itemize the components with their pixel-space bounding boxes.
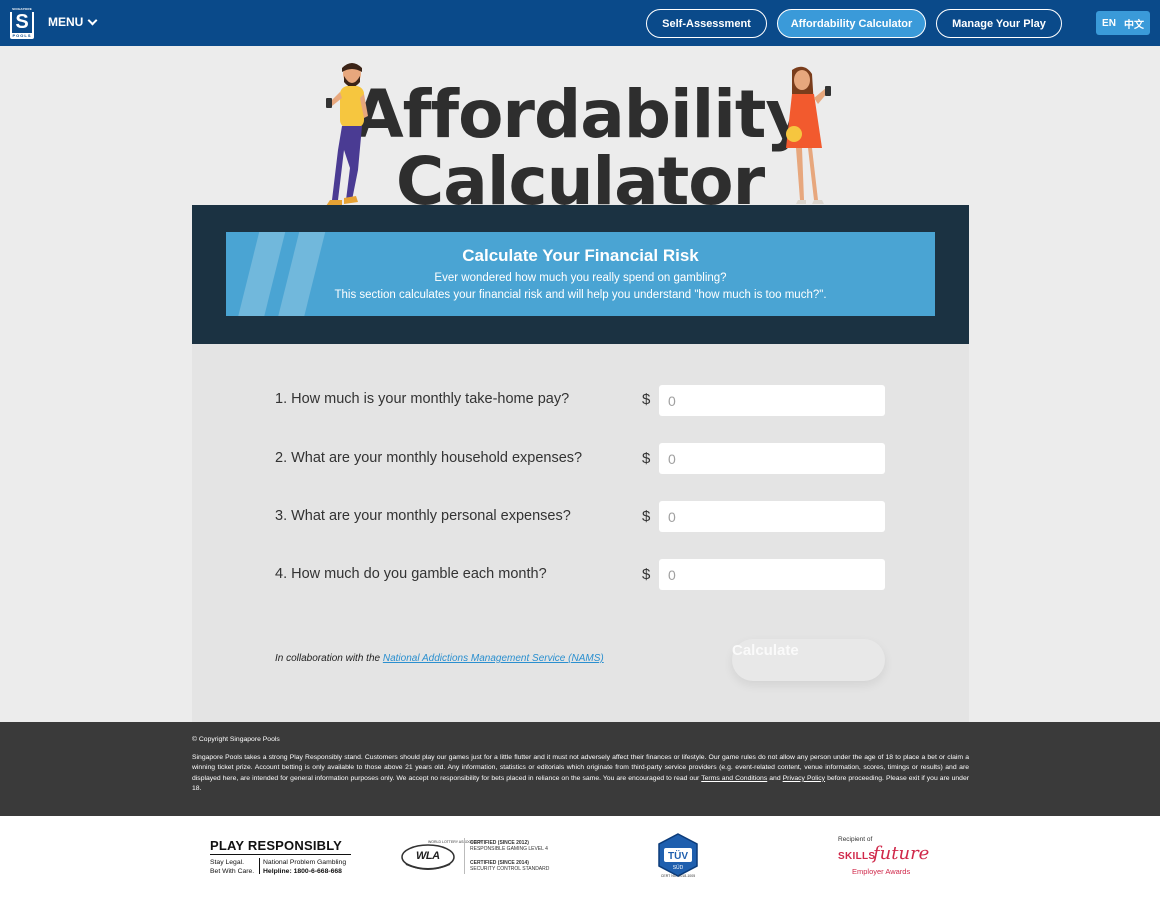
wla-cert1-desc: RESPONSIBLE GAMING LEVEL 4 [470,846,548,852]
skillsfuture-recipient: Recipient of [838,836,873,843]
play-responsibly-slogan: Stay Legal. Bet With Care. [210,858,254,876]
privacy-link[interactable]: Privacy Policy [783,775,825,782]
logo-bottom-text: POOLS [12,33,32,38]
skillsfuture-employer-awards: Employer Awards [852,867,911,876]
collaboration-note: In collaboration with the National Addic… [275,653,604,664]
take-home-pay-input[interactable] [659,385,885,416]
bet-with-care-text: Bet With Care. [210,868,255,875]
lang-zh[interactable]: 中文 [1124,16,1144,31]
currency-symbol: $ [642,566,651,583]
currency-symbol: $ [642,391,651,408]
banner-line-1: Ever wondered how much you really spend … [434,272,727,284]
nav-self-assessment[interactable]: Self-Assessment [646,9,767,38]
skillsfuture-future: future [873,843,930,864]
play-responsibly-rule [210,854,351,855]
skillsfuture-skills: SKILLS [838,851,876,862]
banner-line-2: This section calculates your financial r… [334,289,827,301]
calculate-label: Calculate [732,642,799,659]
woman-illustration [786,66,831,204]
banner-title: Calculate Your Financial Risk [462,246,699,265]
footer-logos-area [0,816,1160,897]
currency-symbol: $ [642,450,651,467]
question-label-household-expenses: 2. What are your monthly household expen… [275,450,583,466]
helpline-block: National Problem Gambling Helpline: 1800… [263,858,346,876]
npg-text: National Problem Gambling [263,859,347,866]
helpline-text: Helpline: 1800-6-668-668 [263,868,342,875]
lang-en[interactable]: EN [1102,18,1116,29]
singapore-pools-logo[interactable]: SINGAPORE S POOLS [10,7,34,39]
wla-cert-2: CERTIFIED (SINCE 2014) SECURITY CONTROL … [470,860,549,872]
disclaimer-and: and [769,774,781,782]
disclaimer-text: Singapore Pools takes a strong Play Resp… [192,753,969,795]
calculate-button[interactable]: Calculate [732,639,885,681]
monthly-gamble-input[interactable] [659,559,885,590]
tuv-cert-text: CERT NO. 2018-1005 [660,874,696,878]
nav-affordability-calculator[interactable]: Affordability Calculator [777,9,926,38]
nav-manage-your-play[interactable]: Manage Your Play [936,9,1062,38]
wla-name: WLA [416,850,440,862]
nams-link[interactable]: National Addictions Management Service (… [383,653,604,664]
chevron-down-icon [87,15,98,25]
menu-button[interactable]: MENU [48,15,98,29]
wla-cert-1: CERTIFIED (SINCE 2012) RESPONSIBLE GAMIN… [470,840,548,852]
language-switcher[interactable]: EN 中文 [1096,11,1150,35]
copyright-text: © Copyright Singapore Pools [192,736,280,743]
personal-expenses-input[interactable] [659,501,885,532]
question-label-monthly-gamble: 4. How much do you gamble each month? [275,566,547,582]
terms-link[interactable]: Terms and Conditions [701,775,767,782]
question-label-personal-expenses: 3. What are your monthly personal expens… [275,508,571,524]
currency-symbol: $ [642,508,651,525]
logo-letter: S [12,12,32,33]
tuv-sub: SÜD [673,864,684,871]
tuv-name: TÜV [668,849,688,862]
top-nav-bar: SINGAPORE S POOLS MENU Self-Assessment A… [0,0,1160,46]
financial-risk-banner: Calculate Your Financial Risk Ever wonde… [226,232,935,316]
play-responsibly-divider [259,858,260,874]
collab-prefix: In collaboration with the [275,653,381,664]
question-label-take-home-pay: 1. How much is your monthly take-home pa… [275,391,570,407]
household-expenses-input[interactable] [659,443,885,474]
man-illustration [326,63,368,206]
wla-cert2-desc: SECURITY CONTROL STANDARD [470,866,550,872]
stay-legal-text: Stay Legal. [210,859,245,866]
play-responsibly-title: PLAY RESPONSIBLY [210,838,343,853]
hero-title-line1: Affordability [352,76,809,153]
wla-divider [464,838,465,874]
menu-label: MENU [48,15,84,29]
